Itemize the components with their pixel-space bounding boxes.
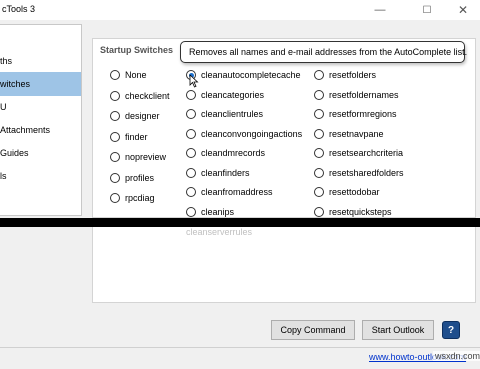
- radio-circle-icon[interactable]: [110, 152, 120, 162]
- radio-resetsearchcriteria[interactable]: resetsearchcriteria: [314, 146, 403, 160]
- radio-cleanconvongoingactions[interactable]: cleanconvongoingactions: [186, 127, 302, 141]
- radio-label: rpcdiag: [125, 193, 155, 203]
- radio-none[interactable]: None: [110, 68, 147, 82]
- radio-label: resetfolders: [329, 70, 377, 80]
- radio-circle-icon[interactable]: [110, 193, 120, 203]
- radio-cleanfromaddress[interactable]: cleanfromaddress: [186, 185, 273, 199]
- radio-circle-icon[interactable]: [314, 70, 324, 80]
- close-button[interactable]: ✕: [448, 0, 478, 20]
- radio-cleandmrecords[interactable]: cleandmrecords: [186, 146, 265, 160]
- radio-label: finder: [125, 131, 148, 142]
- help-icon[interactable]: ?: [442, 321, 460, 339]
- radio-cleanclientrules[interactable]: cleanclientrules: [186, 107, 263, 121]
- radio-circle-icon[interactable]: [110, 90, 120, 101]
- radio-label: cleanfromaddress: [201, 187, 273, 197]
- radio-rpcdiag[interactable]: rpcdiag: [110, 191, 155, 205]
- radio-circle-icon[interactable]: [110, 131, 120, 142]
- radio-resetfoldernames[interactable]: resetfoldernames: [314, 88, 399, 102]
- partially-hidden-option: cleanserverrules: [186, 227, 253, 237]
- section-title: Startup Switches: [100, 45, 174, 55]
- sidebar-item-tools[interactable]: ls: [0, 164, 81, 188]
- radio-label: cleanclientrules: [201, 109, 264, 119]
- watermark: wsxdn.com: [433, 351, 480, 361]
- radio-label: checkclient: [125, 90, 170, 101]
- start-outlook-button[interactable]: Start Outlook: [362, 320, 434, 340]
- sidebar-item-u[interactable]: U: [0, 95, 81, 119]
- radio-circle-icon[interactable]: [110, 111, 120, 121]
- radio-label: resetsearchcriteria: [329, 148, 404, 158]
- minimize-button[interactable]: —: [365, 0, 395, 20]
- radio-circle-icon[interactable]: [186, 109, 196, 119]
- radio-label: resettodobar: [329, 187, 380, 197]
- radio-label: resetsharedfolders: [329, 167, 404, 178]
- mouse-cursor-icon: [189, 74, 199, 88]
- radio-cleanfinders[interactable]: cleanfinders: [186, 166, 250, 180]
- sidebar-item-switches[interactable]: witches: [0, 72, 81, 96]
- radio-resetfolders[interactable]: resetfolders: [314, 68, 376, 82]
- tooltip: Removes all names and e-mail addresses f…: [180, 41, 467, 63]
- radio-label: cleanfinders: [201, 167, 250, 178]
- title-bar: cTools 3 — ☐ ✕: [0, 0, 480, 20]
- radio-circle-icon[interactable]: [186, 206, 196, 217]
- radio-circle-icon[interactable]: [314, 89, 324, 100]
- radio-label: cleandmrecords: [201, 148, 266, 158]
- radio-resetformregions[interactable]: resetformregions: [314, 107, 397, 121]
- radio-label: cleanips: [201, 206, 235, 217]
- radio-circle-icon[interactable]: [186, 167, 196, 178]
- radio-checkclient[interactable]: checkclient: [110, 89, 170, 103]
- sidebar: ths witches U Attachments Guides ls: [0, 24, 82, 216]
- radio-resetquicksteps[interactable]: resetquicksteps: [314, 205, 392, 219]
- radio-resetsharedfolders[interactable]: resetsharedfolders: [314, 166, 404, 180]
- sidebar-item-attachments[interactable]: Attachments: [0, 118, 81, 142]
- radio-circle-icon[interactable]: [314, 109, 324, 119]
- radio-label: cleancategories: [201, 89, 265, 100]
- radio-label: designer: [125, 111, 160, 121]
- radio-label: profiles: [125, 172, 155, 183]
- radio-circle-icon[interactable]: [110, 172, 120, 183]
- radio-resetnavpane[interactable]: resetnavpane: [314, 127, 384, 141]
- radio-cleancategories[interactable]: cleancategories: [186, 88, 264, 102]
- radio-profiles[interactable]: profiles: [110, 171, 154, 185]
- radio-label: nopreview: [125, 152, 167, 162]
- radio-label: resetfoldernames: [329, 89, 399, 100]
- radio-circle-icon[interactable]: [314, 167, 324, 178]
- radio-circle-icon[interactable]: [314, 187, 324, 197]
- screenshot-divider: [0, 218, 480, 227]
- radio-designer[interactable]: designer: [110, 109, 160, 123]
- window-title: cTools 3: [2, 4, 36, 14]
- radio-label: cleanautocompletecache: [201, 70, 301, 80]
- radio-circle-icon[interactable]: [186, 187, 196, 197]
- sidebar-item-paths[interactable]: ths: [0, 49, 81, 73]
- radio-label: resetformregions: [329, 109, 397, 119]
- copy-command-button[interactable]: Copy Command: [271, 320, 355, 340]
- radio-label: resetnavpane: [329, 128, 384, 139]
- radio-label: None: [125, 70, 147, 80]
- radio-circle-icon[interactable]: [314, 206, 324, 217]
- sidebar-item-guides[interactable]: Guides: [0, 141, 81, 165]
- radio-circle-icon[interactable]: [186, 128, 196, 139]
- radio-resettodobar[interactable]: resettodobar: [314, 185, 380, 199]
- radio-circle-icon[interactable]: [314, 148, 324, 158]
- maximize-button[interactable]: ☐: [412, 0, 442, 20]
- radio-label: cleanconvongoingactions: [201, 128, 303, 139]
- radio-circle-icon[interactable]: [110, 70, 120, 80]
- radio-circle-icon[interactable]: [314, 128, 324, 139]
- radio-circle-icon[interactable]: [186, 89, 196, 100]
- radio-circle-icon[interactable]: [186, 148, 196, 158]
- radio-cleanips[interactable]: cleanips: [186, 205, 234, 219]
- radio-nopreview[interactable]: nopreview: [110, 150, 166, 164]
- switches-panel-lower: [92, 227, 476, 303]
- radio-cleanautocompletecache[interactable]: cleanautocompletecache: [186, 68, 301, 82]
- radio-finder[interactable]: finder: [110, 130, 148, 144]
- radio-label: resetquicksteps: [329, 206, 392, 217]
